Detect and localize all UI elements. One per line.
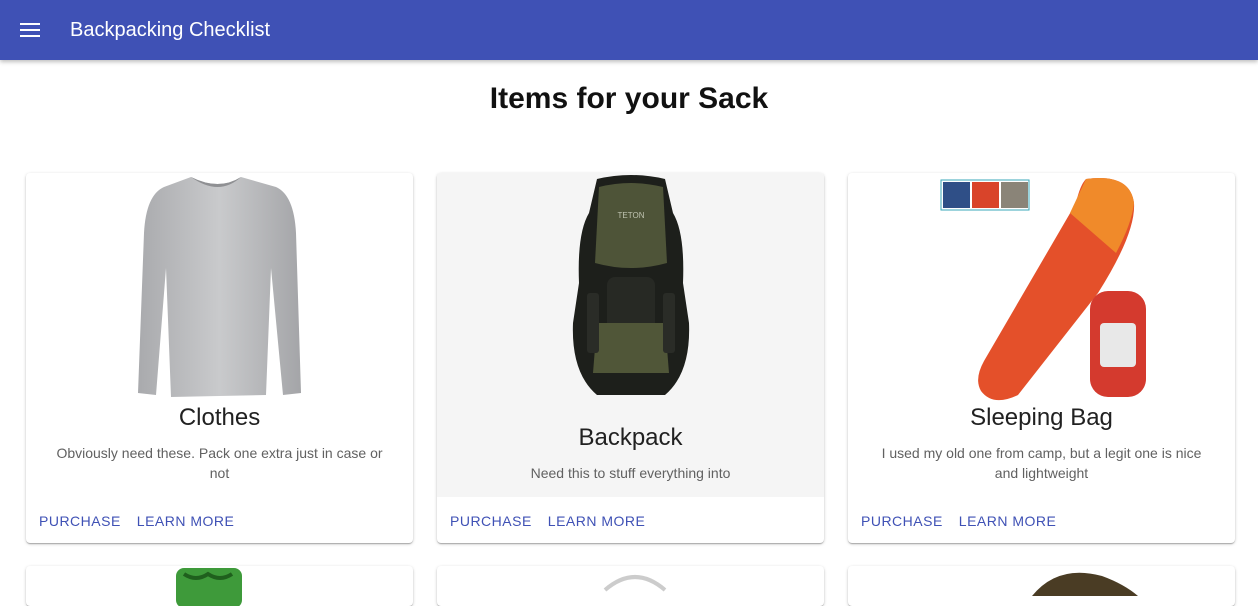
- item-card-backpack: TETON Backpack Need this to stuff everyt…: [437, 173, 824, 543]
- svg-text:TETON: TETON: [618, 211, 645, 220]
- card-actions: PURCHASE LEARN MORE: [34, 507, 243, 535]
- sleeping-pad-image: [176, 568, 242, 606]
- item-card-sleeping-bag: Sleeping Bag I used my old one from camp…: [848, 173, 1235, 543]
- purchase-button[interactable]: PURCHASE: [856, 507, 948, 535]
- card-description: Obviously need these. Pack one extra jus…: [56, 445, 383, 481]
- menu-button[interactable]: [0, 0, 60, 60]
- card-title: Sleeping Bag: [970, 404, 1113, 431]
- card-action-area[interactable]: Clothes Obviously need these. Pack one e…: [26, 173, 413, 497]
- item-card-partial[interactable]: [437, 566, 824, 606]
- card-actions: PURCHASE LEARN MORE: [445, 507, 654, 535]
- sleeping-bag-image: [848, 173, 1235, 403]
- card-action-area[interactable]: Sleeping Bag I used my old one from camp…: [848, 173, 1235, 497]
- learn-more-button[interactable]: LEARN MORE: [132, 507, 240, 535]
- item-card-partial[interactable]: [848, 566, 1235, 606]
- card-title: Backpack: [578, 424, 683, 451]
- page-heading: Items for your Sack: [489, 82, 769, 115]
- purchase-button[interactable]: PURCHASE: [445, 507, 537, 535]
- item-card-partial[interactable]: [26, 566, 413, 606]
- menu-icon: [20, 23, 40, 37]
- item-card-clothes: Clothes Obviously need these. Pack one e…: [26, 173, 413, 543]
- card-title: Clothes: [178, 404, 261, 431]
- app-bar: Backpacking Checklist: [0, 0, 1258, 60]
- card-actions: PURCHASE LEARN MORE: [856, 507, 1065, 535]
- app-title: Backpacking Checklist: [70, 18, 271, 41]
- shirt-image: [26, 173, 413, 403]
- hat-image: [1032, 572, 1138, 596]
- purchase-button[interactable]: PURCHASE: [34, 507, 126, 535]
- card-description: Need this to stuff everything into: [530, 465, 731, 481]
- card-action-area[interactable]: TETON Backpack Need this to stuff everyt…: [437, 173, 824, 497]
- backpack-image: TETON: [437, 173, 824, 403]
- cookware-image: [603, 575, 667, 592]
- learn-more-button[interactable]: LEARN MORE: [954, 507, 1062, 535]
- card-description: I used my old one from camp, but a legit…: [881, 445, 1202, 481]
- learn-more-button[interactable]: LEARN MORE: [543, 507, 651, 535]
